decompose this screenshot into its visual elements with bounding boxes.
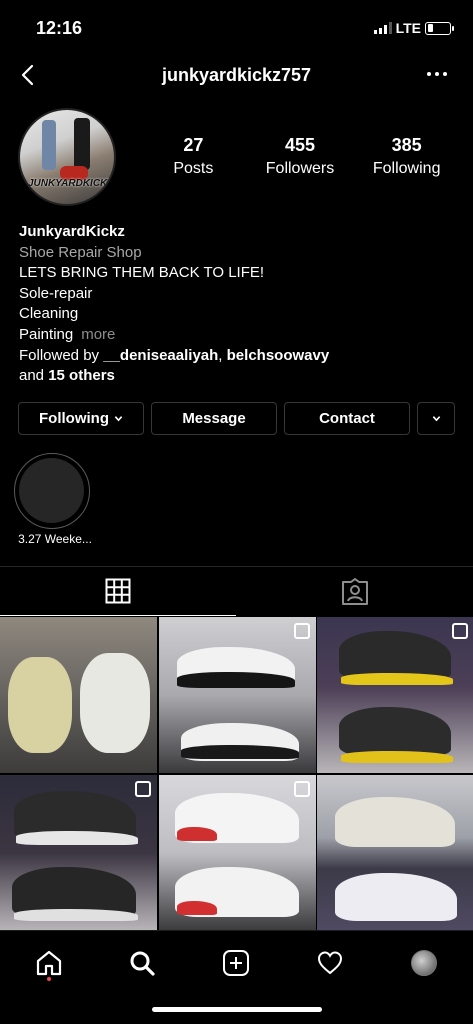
profile-tabs (0, 566, 473, 616)
status-indicators: LTE (373, 20, 454, 36)
contact-button-label: Contact (319, 410, 375, 427)
battery-icon (425, 21, 454, 35)
multiple-photos-icon (452, 623, 468, 639)
message-button[interactable]: Message (151, 402, 277, 435)
bio-line: Painting (19, 325, 74, 343)
activity-tab[interactable] (310, 943, 350, 983)
post-thumbnail[interactable] (0, 774, 157, 931)
posts-count[interactable]: 27 Posts (140, 135, 247, 178)
notification-dot (47, 977, 51, 981)
profile-header: junkyardkickz757 (0, 56, 473, 96)
follower-username[interactable]: belchsoowavy (227, 347, 330, 364)
new-post-tab[interactable] (216, 943, 256, 983)
profile-category: Shoe Repair Shop (19, 243, 142, 261)
follower-username[interactable]: __deniseaaliyah (103, 347, 218, 364)
multiple-photos-icon (135, 780, 151, 797)
chevron-down-icon (432, 416, 440, 422)
bio-last-line: Painting more (19, 325, 459, 346)
suggested-accounts-button[interactable] (417, 402, 455, 435)
signal-icon (373, 22, 392, 34)
following-button-label: Following (39, 410, 109, 427)
message-button-label: Message (182, 410, 246, 427)
home-indicator (152, 1007, 322, 1012)
post-thumbnail[interactable] (0, 617, 157, 773)
grid-icon (105, 578, 131, 604)
followed-by-others[interactable]: and 15 others (19, 366, 459, 387)
tagged-icon (342, 577, 368, 605)
highlight-label: 3.27 Weeke... (18, 532, 92, 546)
add-post-icon (223, 950, 249, 976)
post-thumbnail[interactable] (317, 617, 473, 773)
highlight-cover (19, 458, 84, 523)
more-options-icon[interactable] (427, 72, 447, 76)
stat-label: Followers (265, 160, 335, 177)
profile-avatar-icon (411, 950, 437, 976)
bio-line: Sole-repair (19, 284, 93, 302)
status-bar: 12:16 LTE (0, 0, 473, 56)
profile-username: junkyardkickz757 (161, 65, 312, 85)
post-thumbnail[interactable] (317, 774, 473, 931)
chevron-down-icon (114, 416, 123, 422)
multiple-photos-icon (293, 623, 310, 639)
profile-avatar[interactable]: JUNKYARDKICKZ (18, 108, 116, 206)
status-time: 12:16 (36, 18, 83, 38)
stat-value: 385 (391, 135, 422, 155)
profile-actions: Following Message Contact (18, 402, 455, 435)
followed-by-separator: , (218, 346, 227, 364)
following-button[interactable]: Following (18, 402, 144, 435)
home-icon (36, 950, 62, 976)
profile-stats: 27 Posts 455 Followers 385 Following (140, 135, 460, 178)
story-highlight[interactable] (14, 453, 90, 529)
post-thumbnail[interactable] (158, 617, 316, 773)
battery-level (427, 24, 433, 32)
avatar-logo-text: JUNKYARDKICKZ (28, 178, 114, 189)
activity-icon (317, 951, 343, 975)
contact-button[interactable]: Contact (284, 402, 410, 435)
stat-value: 455 (284, 135, 316, 155)
and-label: and (19, 367, 49, 385)
tab-tagged[interactable] (237, 567, 473, 616)
others-count: 15 others (48, 367, 115, 385)
profile-display-name: JunkyardKickz (19, 223, 125, 240)
post-thumbnail[interactable] (158, 774, 316, 931)
following-count[interactable]: 385 Following (353, 135, 460, 178)
stat-value: 27 (183, 135, 204, 155)
bio-line: Cleaning (19, 305, 79, 323)
search-icon (130, 951, 155, 976)
tab-posts-grid[interactable] (0, 567, 236, 616)
stat-label: Following (372, 160, 441, 177)
followers-count[interactable]: 455 Followers (247, 135, 354, 178)
stat-label: Posts (173, 160, 214, 177)
followed-by[interactable]: Followed by __deniseaaliyah, belchsoowav… (19, 346, 459, 367)
bio-more-link[interactable]: more (81, 326, 115, 343)
followed-by-prefix: Followed by (19, 346, 104, 364)
multiple-photos-icon (293, 780, 310, 797)
profile-bio: JunkyardKickz Shoe Repair Shop LETS BRIN… (19, 222, 459, 387)
profile-tab[interactable] (404, 943, 444, 983)
posts-grid (0, 617, 473, 931)
search-tab[interactable] (122, 943, 162, 983)
network-label: LTE (395, 20, 421, 36)
bio-line: LETS BRING THEM BACK TO LIFE! (19, 264, 265, 282)
